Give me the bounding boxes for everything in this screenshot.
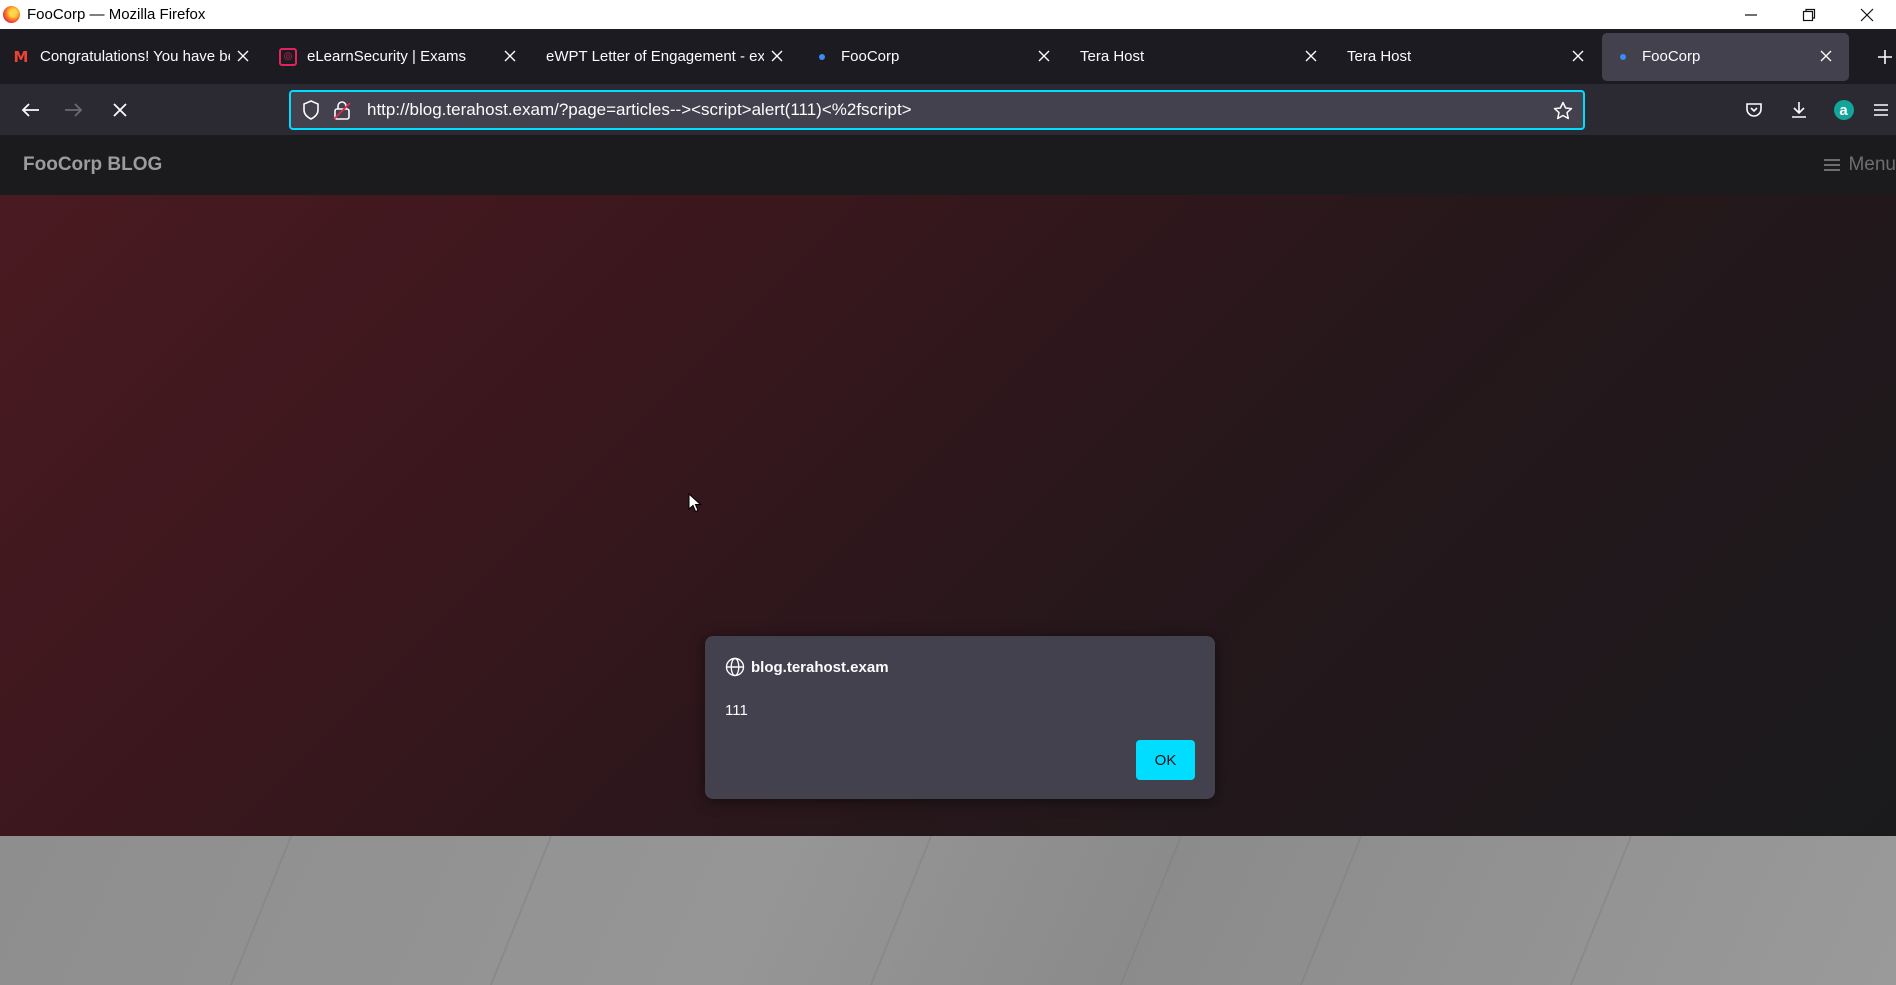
tab-title: eLearnSecurity | Exams [307, 48, 466, 65]
tab-close-button[interactable] [768, 47, 786, 65]
toolbar-right: a [1731, 92, 1896, 128]
close-icon [237, 50, 249, 61]
restore-icon [1802, 8, 1816, 21]
plus-icon [1878, 49, 1892, 64]
close-icon [1038, 50, 1050, 61]
alert-dialog: blog.terahost.exam 111 OK [705, 636, 1215, 799]
minimize-button[interactable] [1722, 0, 1780, 29]
tab-title: eWPT Letter of Engagement - exa [546, 48, 764, 65]
insecure-lock-icon[interactable] [331, 99, 353, 121]
tab-title: FooCorp [841, 48, 900, 65]
globe-icon [725, 657, 745, 677]
pocket-icon [1745, 103, 1762, 117]
dialog-message: 111 [725, 702, 748, 719]
navigation-toolbar: http://blog.terahost.exam/?page=articles… [0, 84, 1896, 135]
app-menu-button[interactable] [1866, 92, 1896, 128]
new-tab-button[interactable] [1874, 29, 1896, 84]
window-title: FooCorp — Mozilla Firefox [27, 6, 206, 23]
address-bar[interactable]: http://blog.terahost.exam/?page=articles… [289, 90, 1585, 130]
tab-ewpt-letter[interactable]: eWPT Letter of Engagement - exa [534, 33, 800, 81]
menu-label: Menu [1848, 154, 1896, 175]
downloads-button[interactable] [1776, 92, 1821, 128]
tab-close-button[interactable] [1569, 47, 1587, 65]
tab-tera-host-2[interactable]: Tera Host [1335, 33, 1601, 81]
tab-close-button[interactable] [234, 47, 252, 65]
tracking-protection-shield-icon[interactable] [300, 99, 322, 121]
download-icon [1791, 102, 1806, 118]
window-controls [1722, 0, 1896, 29]
url-text[interactable]: http://blog.terahost.exam/?page=articles… [367, 100, 912, 120]
ok-button[interactable]: OK [1136, 740, 1195, 780]
extension-a-icon: a [1833, 100, 1854, 120]
tab-foocorp[interactable]: FooCorp [801, 33, 1067, 81]
tab-close-button[interactable] [1035, 47, 1053, 65]
tab-title: FooCorp [1642, 48, 1701, 65]
tab-close-button[interactable] [1302, 47, 1320, 65]
elearnsecurity-icon: ◎ [279, 47, 297, 66]
dialog-origin-text: blog.terahost.exam [751, 658, 889, 676]
site-brand-link[interactable]: FooCorp BLOG [23, 154, 162, 176]
back-button[interactable] [12, 92, 48, 128]
loading-dot-icon [813, 48, 831, 66]
window-titlebar: FooCorp — Mozilla Firefox [0, 0, 1896, 29]
close-window-button[interactable] [1838, 0, 1896, 29]
lower-section-background [0, 836, 1896, 985]
minimize-icon [1745, 13, 1757, 16]
close-icon [1305, 50, 1317, 61]
tab-title: Congratulations! You have bee [40, 48, 230, 65]
tab-gmail[interactable]: M Congratulations! You have bee [0, 33, 266, 81]
firefox-logo-icon [3, 6, 20, 23]
site-menu-button[interactable]: Menu [1824, 154, 1896, 176]
pocket-button[interactable] [1731, 92, 1776, 128]
tab-title: Tera Host [1080, 48, 1145, 65]
tab-close-button[interactable] [1817, 47, 1835, 65]
mouse-pointer-icon [688, 493, 702, 513]
extension-button[interactable]: a [1821, 92, 1866, 128]
bookmark-star-icon[interactable] [1551, 99, 1575, 123]
site-header: FooCorp BLOG Menu [0, 135, 1896, 195]
tab-title: Tera Host [1347, 48, 1412, 65]
close-icon [771, 50, 783, 61]
close-icon [1572, 50, 1584, 61]
stop-icon [113, 103, 127, 117]
dialog-origin: blog.terahost.exam [725, 657, 889, 677]
loading-dot-icon [1614, 48, 1632, 66]
tab-tera-host[interactable]: Tera Host [1068, 33, 1334, 81]
tab-strip: M Congratulations! You have bee ◎ eLearn… [0, 29, 1896, 84]
gmail-icon: M [13, 47, 29, 66]
close-icon [504, 50, 516, 61]
back-arrow-icon [21, 103, 39, 117]
forward-arrow-icon [65, 103, 83, 117]
tab-elearnsecurity[interactable]: ◎ eLearnSecurity | Exams [267, 33, 533, 81]
menu-bars-icon [1824, 156, 1841, 174]
stop-loading-button[interactable] [102, 92, 138, 128]
forward-button[interactable] [56, 92, 92, 128]
page-viewport: FooCorp BLOG Menu blog.terahost.exam 111… [0, 135, 1896, 985]
close-icon [1860, 8, 1874, 21]
close-icon [1820, 50, 1832, 61]
hamburger-menu-icon [1874, 104, 1888, 116]
tab-foocorp-active[interactable]: FooCorp [1602, 32, 1849, 81]
tab-close-button[interactable] [501, 47, 519, 65]
restore-button[interactable] [1780, 0, 1838, 29]
